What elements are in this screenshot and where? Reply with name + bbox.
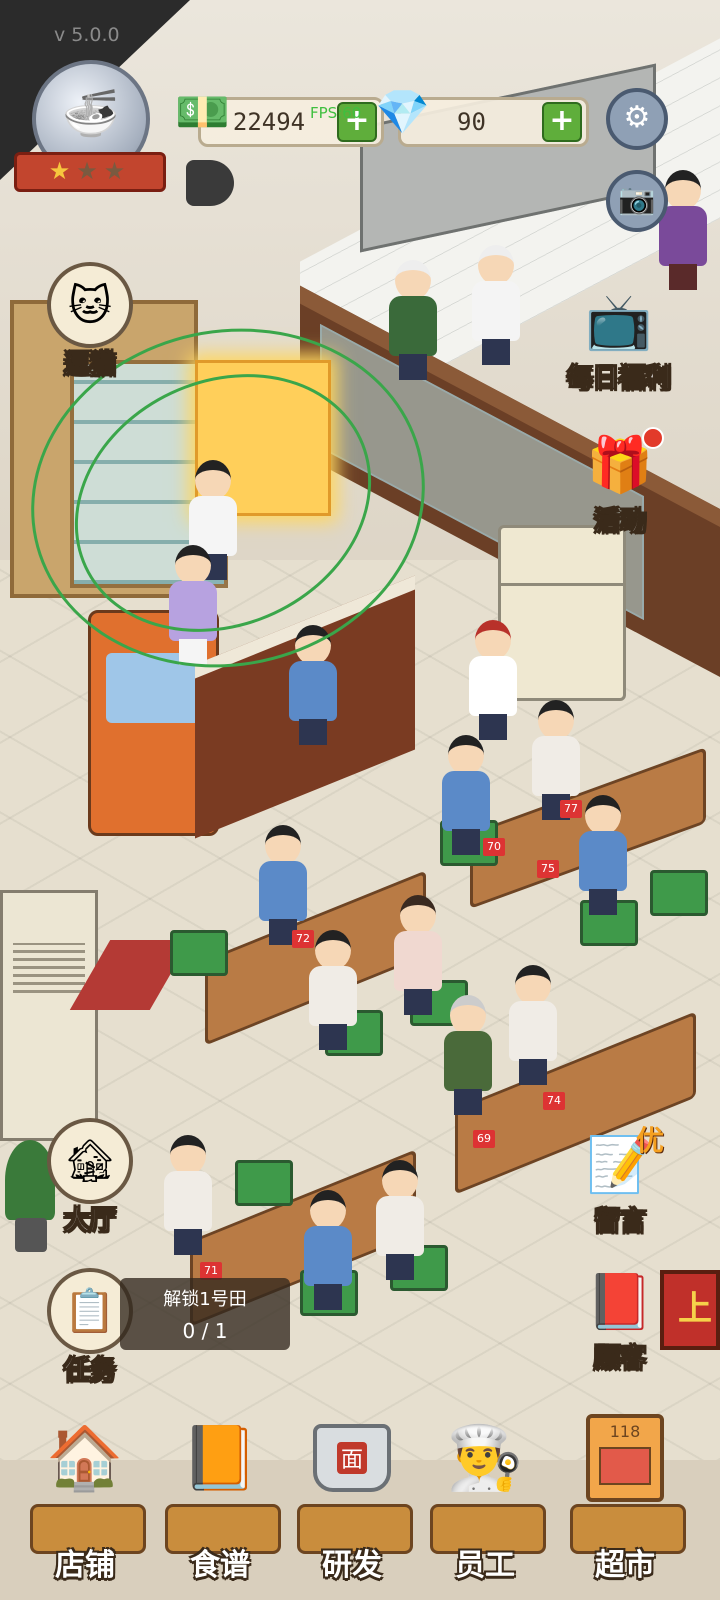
order-ticket: 75 [537,860,559,878]
settings-button[interactable]: ⚙ [606,88,668,150]
task-title: 解锁1号田 [163,1289,247,1310]
pet-cat-button[interactable]: 🐱 逗猫 [40,262,140,381]
nav-shop-label: 店铺 [55,1548,115,1583]
camera-button[interactable]: 📷 [606,170,668,232]
order-ticket: 69 [473,1130,495,1148]
customer[interactable] [505,965,561,1085]
waiter[interactable] [465,620,521,740]
nav-recipes-label: 食谱 [190,1548,250,1583]
event-button[interactable]: 🎁 活动 [570,425,670,538]
star-icon: ★ [48,157,77,185]
notification-dot [642,427,664,449]
order-ticket: 72 [292,930,314,948]
megaphone-icon [186,160,234,206]
task-progress-panel[interactable]: 解锁1号田 0 / 1 [120,1278,290,1350]
nav-supermarket[interactable]: 118 超市 [560,1400,690,1600]
customer[interactable] [160,1135,216,1255]
customer[interactable] [575,795,631,915]
nav-research[interactable]: 面 研发 [287,1400,417,1600]
customer[interactable] [300,1190,356,1310]
supermarket-icon: 118 [585,1408,665,1508]
daily-bonus-button[interactable]: 📺 每日福利 [555,282,683,395]
shop-building-icon: 🏠 [46,1421,124,1494]
customer-button[interactable]: 📕 顾客 [570,1262,670,1375]
staff-icon: 👨‍🍳 [446,1421,524,1494]
gem-counter: 💎 90 + [375,87,589,147]
nav-supermarket-label: 超市 [595,1548,655,1583]
customer[interactable] [438,735,494,855]
recipe-book-icon: 📙 [181,1421,259,1494]
bottom-nav: 🏠 店铺 📙 食谱 面 研发 👨‍🍳 员工 118 超市 [0,1400,720,1600]
camera-icon: 📷 [618,182,656,217]
customer[interactable] [390,895,446,1015]
fps-counter: FPS:60 [310,104,362,122]
message-button[interactable]: 📝 优 留言 [570,1124,670,1238]
nav-staff[interactable]: 👨‍🍳 员工 [420,1400,550,1600]
gear-icon: ⚙ [623,100,651,135]
version-label: v 5.0.0 [54,24,120,46]
folding-chair [650,870,708,916]
message-tag: 优 [635,1124,664,1157]
chef[interactable] [468,245,524,365]
pot-label: 面 [336,1442,367,1474]
daily-bonus-label: 每日福利 [566,364,671,395]
cooking-pot-icon: 面 [312,1408,392,1508]
pet-cat-label: 逗猫 [63,350,116,381]
nav-recipes[interactable]: 📙 食谱 [155,1400,285,1600]
restaurant-rank-badge[interactable]: ★★★ [14,60,166,192]
book-coin-icon: 📕 [586,1270,654,1333]
chef[interactable] [385,260,441,380]
task-label: 任务 [63,1356,116,1387]
customer[interactable] [372,1160,428,1280]
star-empty-icon: ★ [76,157,104,185]
order-ticket: 77 [560,800,582,818]
banknote-stack-icon: 💵 [175,87,230,138]
storefront-icon: 🏚 [47,1118,133,1204]
diamond-icon: 💎 [375,87,430,138]
folding-chair [235,1160,293,1206]
order-ticket: 74 [543,1092,565,1110]
order-ticket: 70 [483,838,505,856]
event-label: 活动 [593,507,646,538]
cat-icon: 🐱 [47,262,133,348]
customer[interactable] [255,825,311,945]
hall-label: 大厅 [63,1206,116,1237]
hall-button[interactable]: 🏚 大厅 [40,1118,140,1237]
customer[interactable] [305,930,361,1050]
market-sign: 118 [609,1422,641,1441]
nav-staff-label: 员工 [455,1548,515,1583]
customer[interactable] [440,995,496,1115]
tv-play-icon: 📺 [585,290,653,353]
add-gems-button[interactable]: + [542,102,582,142]
message-label: 留言 [593,1207,646,1238]
customer-label: 顾客 [593,1344,646,1375]
nav-research-label: 研发 [322,1548,382,1583]
task-progress: 0 / 1 [182,1319,228,1343]
nav-shop[interactable]: 🏠 店铺 [20,1400,150,1600]
air-conditioner [0,890,98,1141]
star-rating: ★★★ [14,152,166,192]
folding-chair [170,930,228,976]
star-empty-icon: ★ [103,157,132,185]
